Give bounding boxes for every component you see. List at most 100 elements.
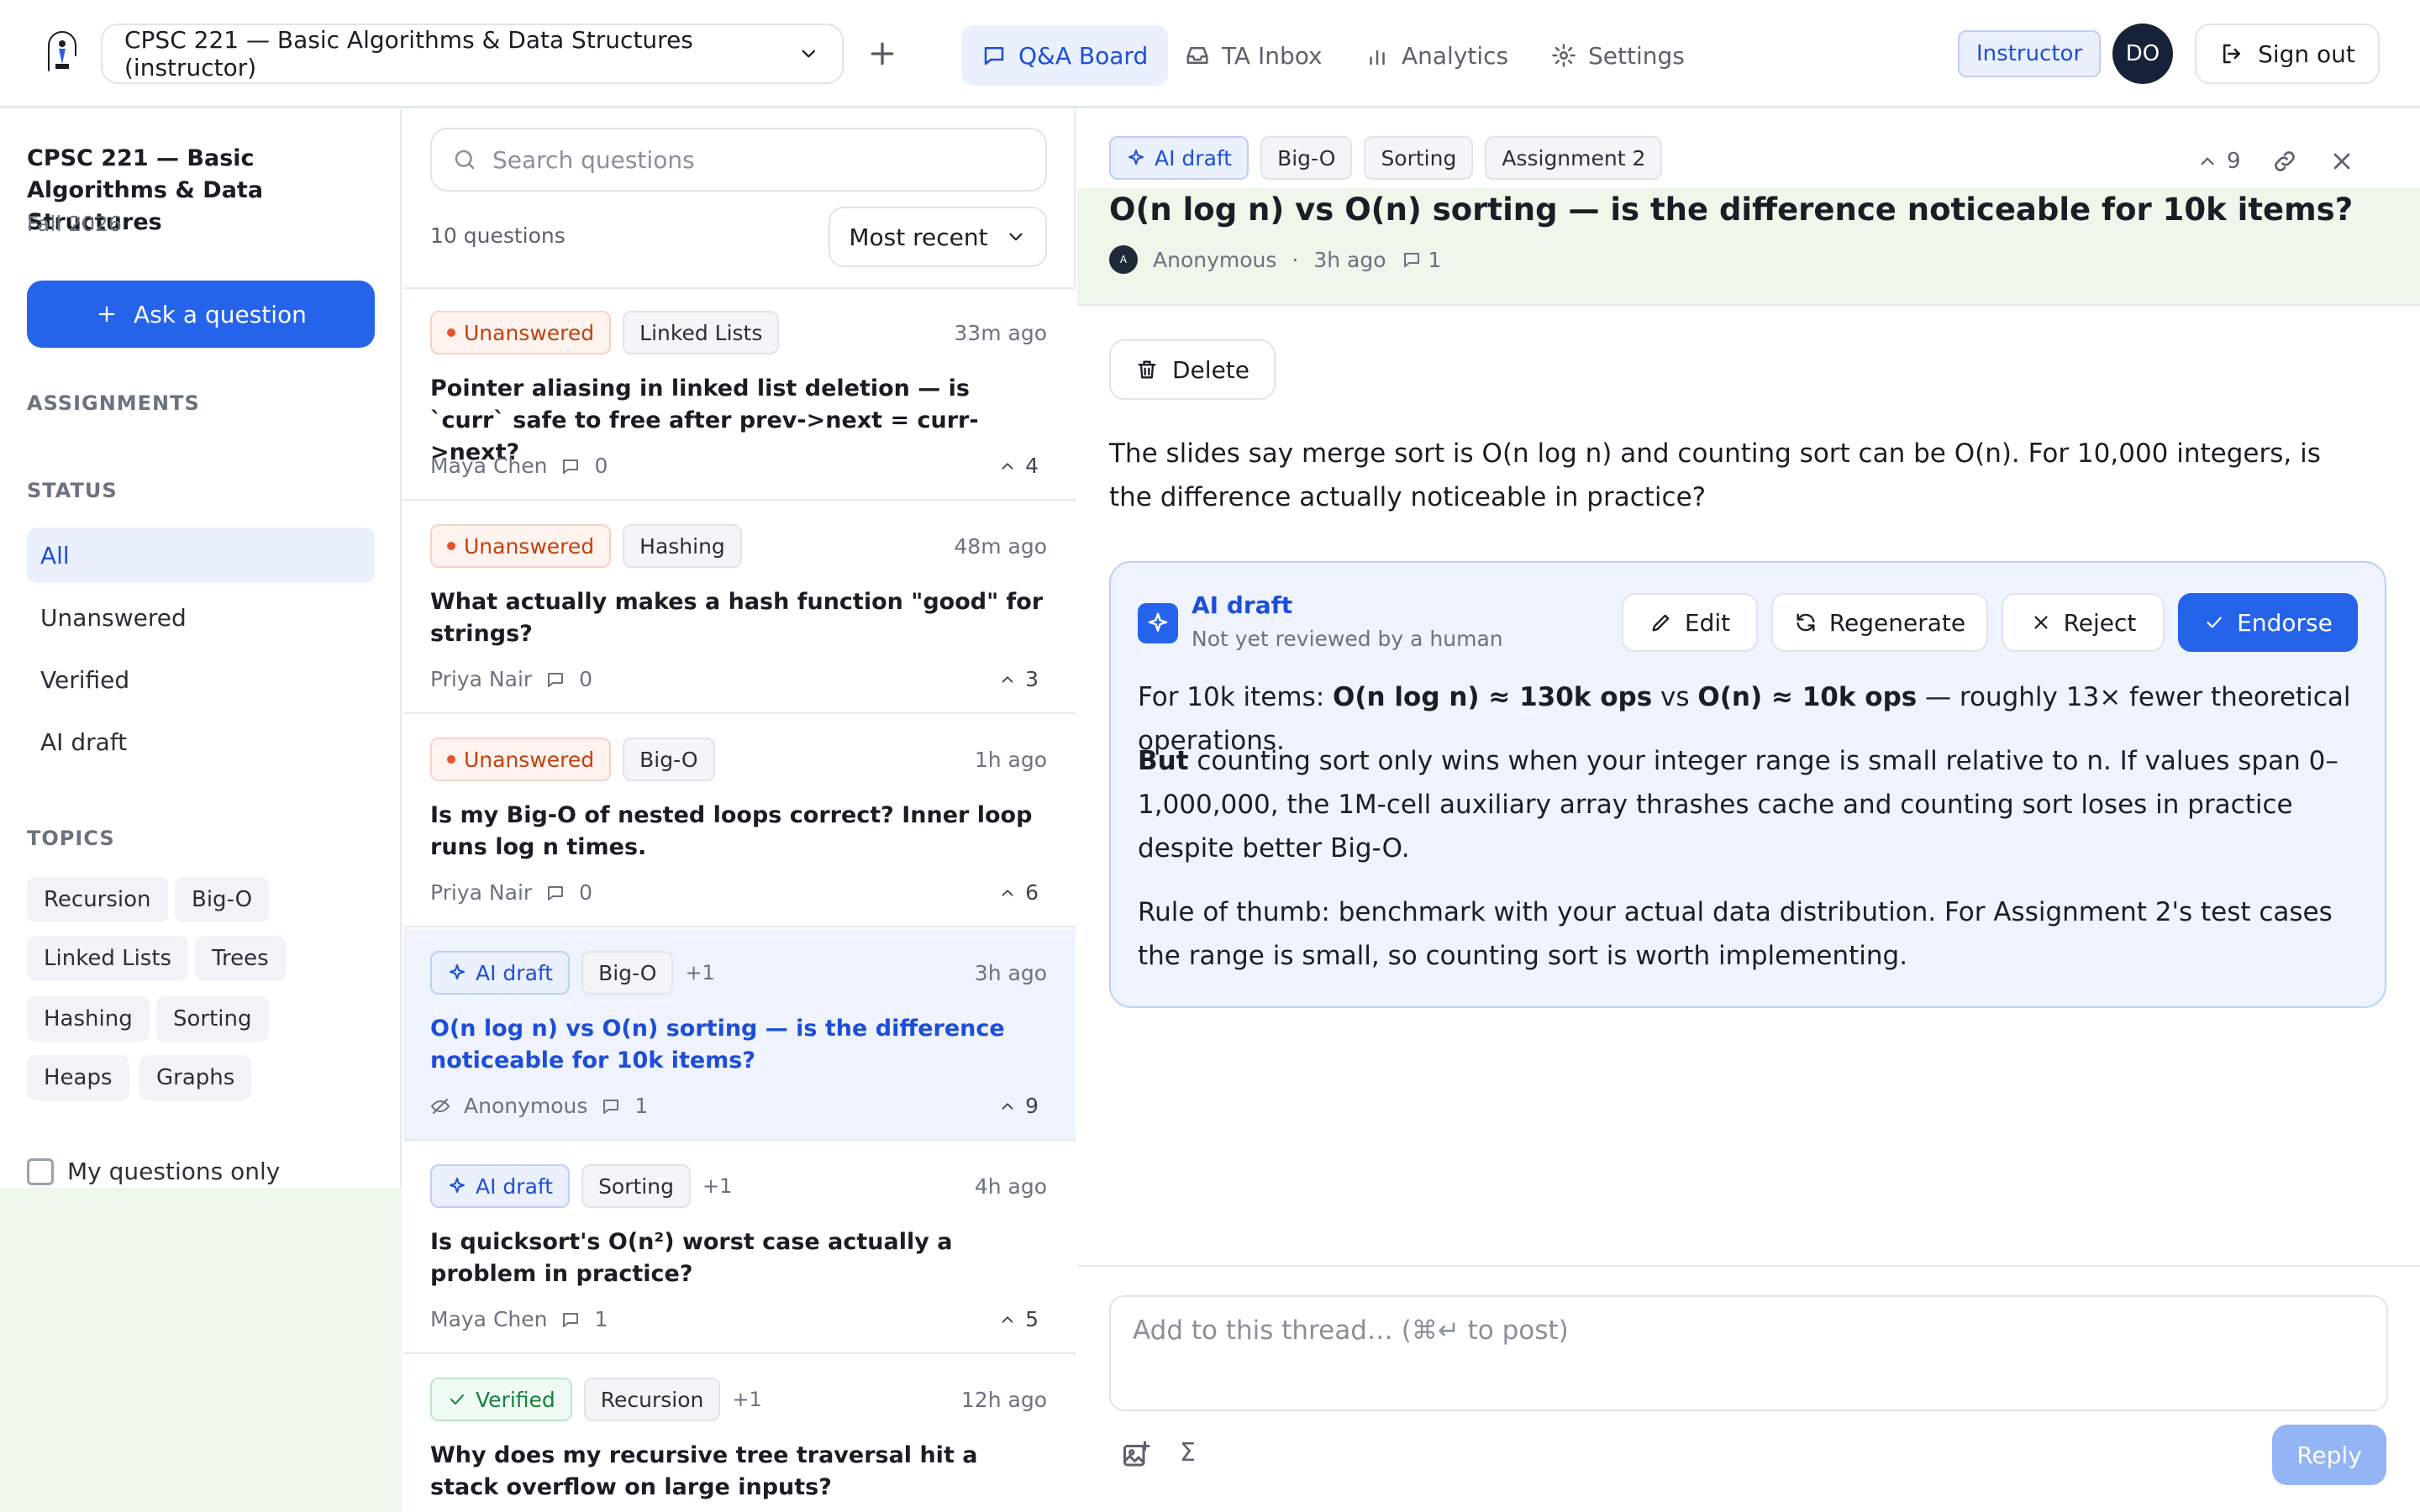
text-run-bold: O(n) ≈ 10k ops	[1697, 682, 1918, 712]
topic-chip-graphs[interactable]: Graphs	[139, 1055, 252, 1100]
close-button[interactable]	[2328, 148, 2355, 175]
close-icon	[2333, 153, 2349, 170]
reply-count: 0	[579, 667, 593, 691]
delete-button[interactable]: Delete	[1109, 339, 1276, 400]
sort-selector[interactable]: Most recent	[829, 207, 1047, 267]
comment-icon	[548, 672, 564, 687]
question-title: Why does my recursive tree traversal hit…	[430, 1442, 978, 1500]
vote-count: 5	[1025, 1307, 1039, 1331]
question-body: The slides say merge sort is O(n log n) …	[1109, 438, 2321, 512]
list-item[interactable]: AI draft Sorting +1 4h ago Is quicksort'…	[403, 1142, 1076, 1354]
topic-chip-big-o[interactable]: Big-O	[175, 877, 270, 922]
topic-tag: Big-O	[581, 951, 674, 995]
text-run: vs	[1652, 682, 1698, 712]
question-time: 4h ago	[974, 1174, 1047, 1199]
status-badge-label: AI draft	[476, 960, 554, 985]
edit-button[interactable]: Edit	[1622, 593, 1758, 652]
course-selector[interactable]: CPSC 221 — Basic Algorithms & Data Struc…	[101, 24, 844, 84]
topic-chip-trees[interactable]: Trees	[195, 936, 286, 981]
sparkle-icon	[1128, 150, 1144, 165]
status-filter-verified[interactable]: Verified	[27, 652, 375, 707]
status-filter-unanswered[interactable]: Unanswered	[27, 590, 375, 645]
ai-answer-paragraph: Rule of thumb: benchmark with your actua…	[1138, 897, 2333, 971]
topic-tag: Linked Lists	[623, 311, 780, 354]
question-author: Priya Nair	[430, 880, 533, 905]
search-icon	[455, 150, 475, 170]
text-run: For 10k items:	[1138, 682, 1334, 712]
my-questions-checkbox[interactable]	[27, 1158, 54, 1185]
question-author: Maya Chen	[430, 454, 548, 478]
chevron-down-icon	[802, 50, 816, 58]
ai-answer-paragraph: But counting sort only wins when your in…	[1138, 739, 2356, 870]
topic-chip-heaps[interactable]: Heaps	[27, 1055, 129, 1100]
course-selector-label: CPSC 221 — Basic Algorithms & Data Struc…	[124, 26, 693, 81]
question-time: 48m ago	[954, 534, 1047, 559]
refresh-icon	[1797, 613, 1815, 632]
separator: ·	[1292, 247, 1299, 272]
list-item[interactable]: Unanswered Linked Lists 33m ago Pointer …	[403, 289, 1076, 501]
ask-question-button[interactable]: Ask a question	[27, 281, 375, 348]
reply-button[interactable]: Reply	[2272, 1425, 2386, 1485]
list-item-selected[interactable]: AI draft Big-O +1 3h ago O(n log n) vs O…	[403, 929, 1076, 1141]
sparkle-icon	[450, 1178, 465, 1193]
topic-chip-linked-lists[interactable]: Linked Lists	[27, 936, 189, 981]
endorse-button[interactable]: Endorse	[2178, 593, 2358, 652]
tab-qa-board[interactable]: Q&A Board	[961, 25, 1169, 86]
list-item[interactable]: Unanswered Big-O 1h ago Is my Big-O of n…	[403, 716, 1076, 927]
reply-count: 0	[579, 880, 593, 905]
topic-tag: Big-O	[623, 738, 715, 781]
reply-input[interactable]: Add to this thread… (⌘↵ to post)	[1109, 1295, 2388, 1411]
tab-analytics[interactable]: Analytics	[1344, 25, 1528, 86]
insert-image-button[interactable]	[1121, 1440, 1151, 1470]
sidebar-backdrop	[0, 1188, 402, 1512]
avatar[interactable]: DO	[2112, 24, 2173, 84]
sparkle-icon	[450, 964, 465, 979]
sign-out-button[interactable]: Sign out	[2195, 24, 2380, 84]
my-questions-only-toggle[interactable]: My questions only	[27, 1158, 280, 1185]
comment-icon	[1403, 253, 1419, 267]
topic-chip-recursion[interactable]: Recursion	[27, 877, 168, 922]
plus-icon	[871, 42, 894, 66]
more-tags-count: +1	[732, 1388, 762, 1411]
tab-ta-inbox[interactable]: TA Inbox	[1165, 25, 1343, 86]
avatar: A	[1109, 245, 1138, 274]
endorse-label: Endorse	[2237, 608, 2333, 637]
question-author: Maya Chen	[430, 1307, 548, 1331]
topic-chip-hashing[interactable]: Hashing	[27, 996, 150, 1042]
detail-tags: AI draft Big-O Sorting Assignment 2	[1109, 136, 1663, 180]
comment-icon	[548, 885, 564, 900]
vote-count: 4	[1025, 454, 1039, 478]
upvote-button[interactable]: 9	[2196, 149, 2241, 174]
insert-math-button[interactable]: Σ	[1180, 1438, 1196, 1467]
tab-label: Analytics	[1402, 41, 1509, 70]
topic-tag: Recursion	[583, 1378, 721, 1421]
status-filter-all[interactable]: All	[27, 528, 375, 583]
copy-link-button[interactable]	[2271, 148, 2298, 175]
question-time: 33m ago	[954, 321, 1047, 345]
regenerate-button[interactable]: Regenerate	[1771, 593, 1988, 652]
topic-chip-sorting[interactable]: Sorting	[156, 996, 269, 1042]
link-icon	[2274, 151, 2295, 171]
app-logo[interactable]	[40, 30, 86, 77]
topic-tag: Sorting	[1364, 136, 1474, 180]
upvote-icon	[1002, 675, 1013, 683]
logo-icon	[48, 31, 76, 71]
detail-actions: 9	[2196, 148, 2355, 175]
reject-button[interactable]: Reject	[2002, 593, 2165, 652]
more-tags-count: +1	[685, 961, 715, 984]
add-course-button[interactable]	[865, 37, 899, 71]
upvote-icon	[1002, 1102, 1013, 1110]
list-item[interactable]: Verified Recursion +1 12h ago Why does m…	[403, 1356, 1076, 1512]
list-item[interactable]: Unanswered Hashing 48m ago What actually…	[403, 502, 1076, 714]
search-input[interactable]: Search questions	[430, 128, 1047, 192]
status-filter-ai-draft[interactable]: AI draft	[27, 714, 375, 769]
status-badge: AI draft	[430, 1164, 571, 1208]
status-badge-label: AI draft	[1155, 145, 1233, 171]
inbox-icon	[1186, 47, 1208, 64]
gear-icon	[1552, 44, 1576, 67]
assignment-tag: Assignment 2	[1485, 136, 1663, 180]
question-title: What actually makes a hash function "goo…	[430, 589, 1044, 647]
question-author: Priya Nair	[430, 667, 533, 691]
question-meta: A Anonymous · 3h ago 1	[1109, 245, 1441, 274]
tab-settings[interactable]: Settings	[1531, 25, 1705, 86]
